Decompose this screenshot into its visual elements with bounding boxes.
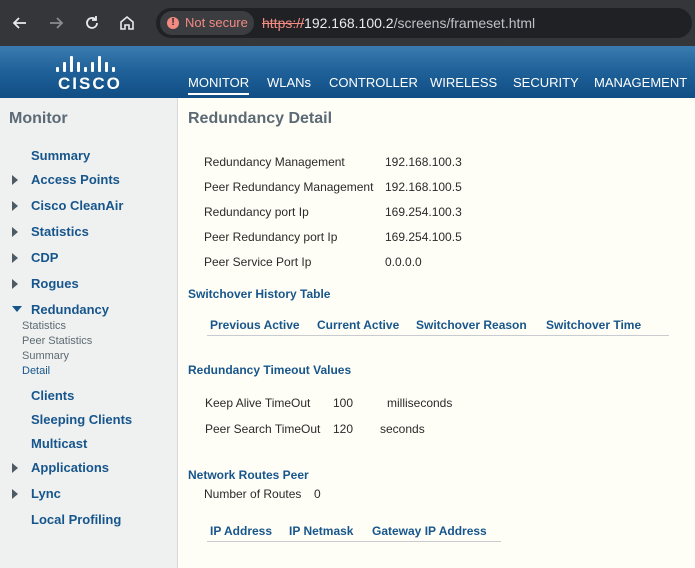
sidebar-item-statistics[interactable]: Statistics [31, 224, 89, 239]
network-routes-title: Network Routes Peer [188, 468, 309, 482]
expand-caret-icon[interactable] [12, 463, 18, 473]
detail-label: Redundancy Management [204, 155, 345, 169]
sidebar-subitem-detail[interactable]: Detail [22, 365, 50, 377]
expand-caret-icon[interactable] [12, 201, 18, 211]
sidebar-item-cdp[interactable]: CDP [31, 250, 58, 265]
url-text[interactable]: https://192.168.100.2/screens/frameset.h… [262, 15, 535, 31]
detail-label: Redundancy port Ip [204, 205, 309, 219]
home-icon[interactable] [116, 12, 138, 34]
browser-toolbar: ! Not secure https://192.168.100.2/scree… [0, 0, 695, 46]
column-header: Switchover Time [546, 318, 642, 332]
detail-label: Peer Service Port Ip [204, 255, 312, 269]
app-header: CISCO MONITOR WLANs CONTROLLER WIRELESS … [0, 46, 695, 98]
menu-security[interactable]: SECURITY [513, 75, 579, 95]
expand-caret-icon[interactable] [12, 227, 18, 237]
switchover-history-title: Switchover History Table [188, 287, 331, 301]
timeout-value: 120 [333, 422, 354, 436]
timeout-values-title: Redundancy Timeout Values [188, 363, 352, 377]
url-host: 192.168.100.2 [304, 15, 394, 31]
detail-label: Peer Redundancy port Ip [204, 230, 338, 244]
sidebar-subitem-summary[interactable]: Summary [22, 350, 69, 362]
timeout-label: Peer Search TimeOut [205, 422, 321, 436]
column-header: IP Address [210, 524, 273, 538]
sidebar-subitem-statistics[interactable]: Statistics [22, 320, 66, 332]
url-path: /screens/frameset.html [393, 15, 536, 31]
forward-arrow-icon[interactable] [45, 12, 67, 34]
cisco-bars-icon [54, 52, 120, 72]
sidebar-item-sleeping-clients[interactable]: Sleeping Clients [31, 412, 132, 427]
cisco-logo: CISCO [54, 52, 122, 93]
timeout-unit: seconds [380, 422, 425, 436]
sidebar-item-local-profiling[interactable]: Local Profiling [31, 512, 121, 527]
logo-text: CISCO [58, 74, 122, 93]
sidebar-item-summary[interactable]: Summary [31, 148, 90, 163]
page-title: Redundancy Detail [188, 110, 333, 127]
sidebar-item-applications[interactable]: Applications [31, 460, 109, 475]
menu-monitor[interactable]: MONITOR [188, 75, 250, 95]
table-divider [207, 541, 501, 542]
sidebar-item-cleanair[interactable]: Cisco CleanAir [31, 198, 123, 213]
sidebar-item-access-points[interactable]: Access Points [31, 172, 120, 187]
detail-value: 169.254.100.3 [385, 205, 462, 219]
sidebar-title: Monitor [9, 110, 68, 127]
url-scheme: https:// [262, 15, 305, 31]
detail-value: 192.168.100.5 [385, 180, 462, 194]
security-label: Not secure [185, 15, 248, 30]
expand-caret-icon[interactable] [12, 279, 18, 289]
sidebar-item-lync[interactable]: Lync [31, 486, 61, 501]
routes-count-value: 0 [314, 487, 321, 501]
timeout-label: Keep Alive TimeOut [205, 396, 311, 410]
expand-caret-icon[interactable] [12, 175, 18, 185]
security-chip[interactable]: ! Not secure [160, 11, 254, 35]
detail-label: Peer Redundancy Management [204, 180, 374, 194]
sidebar-item-redundancy[interactable]: Redundancy [31, 302, 109, 317]
column-header: Gateway IP Address [372, 524, 487, 538]
warning-icon: ! [167, 17, 179, 29]
timeout-unit: milliseconds [387, 396, 453, 410]
menu-management[interactable]: MANAGEMENT [594, 75, 687, 95]
sidebar-item-rogues[interactable]: Rogues [31, 276, 79, 291]
back-arrow-icon[interactable] [9, 12, 31, 34]
column-header: IP Netmask [289, 524, 354, 538]
reload-icon[interactable] [81, 12, 103, 34]
table-divider [207, 335, 669, 336]
detail-value: 192.168.100.3 [385, 155, 462, 169]
address-bar[interactable]: ! Not secure https://192.168.100.2/scree… [156, 8, 692, 38]
detail-value: 0.0.0.0 [385, 255, 422, 269]
sidebar: Monitor Summary Access Points Cisco Clea… [0, 98, 178, 568]
column-header: Switchover Reason [416, 318, 527, 332]
timeout-value: 100 [333, 396, 354, 410]
expand-caret-icon[interactable] [12, 489, 18, 499]
menu-wlans[interactable]: WLANs [267, 75, 311, 95]
sidebar-subitem-peer-statistics[interactable]: Peer Statistics [22, 335, 92, 347]
menu-wireless[interactable]: WIRELESS [430, 75, 497, 95]
expand-caret-icon[interactable] [12, 253, 18, 263]
collapse-caret-icon[interactable] [12, 306, 22, 312]
column-header: Current Active [317, 318, 400, 332]
main-content: Redundancy Detail Redundancy Management … [179, 98, 695, 568]
sidebar-item-clients[interactable]: Clients [31, 388, 74, 403]
sidebar-item-multicast[interactable]: Multicast [31, 436, 87, 451]
detail-value: 169.254.100.5 [385, 230, 462, 244]
column-header: Previous Active [210, 318, 300, 332]
menu-controller[interactable]: CONTROLLER [329, 75, 418, 95]
routes-count-label: Number of Routes [204, 487, 302, 501]
